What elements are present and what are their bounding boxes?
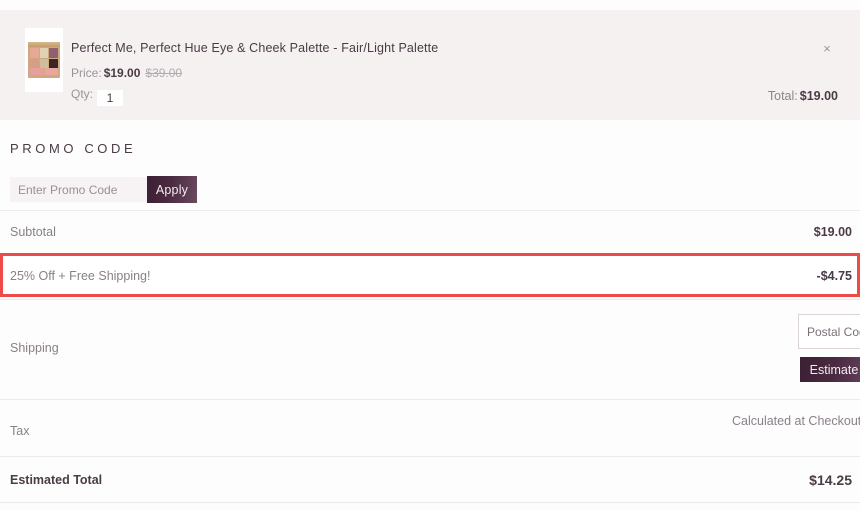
estimate-shipping-button[interactable]: Estimate bbox=[800, 357, 860, 382]
item-total: Total: $19.00 bbox=[768, 89, 838, 103]
subtotal-value: $19.00 bbox=[813, 225, 852, 239]
product-price-line: Price: $19.00 $39.00 bbox=[71, 66, 182, 80]
tax-row: Tax Calculated at Checkout bbox=[0, 400, 860, 457]
discount-value: -$4.75 bbox=[816, 269, 852, 283]
shipping-estimator: Estimate bbox=[798, 314, 860, 382]
palette-blush-pans bbox=[30, 68, 58, 75]
shipping-row: Shipping Estimate bbox=[0, 300, 860, 397]
subtotal-row: Subtotal $19.00 bbox=[0, 211, 860, 253]
estimated-total-value: $14.25 bbox=[809, 472, 852, 488]
price-current: $19.00 bbox=[103, 66, 141, 80]
item-total-label: Total: bbox=[767, 89, 798, 103]
shipping-label: Shipping bbox=[10, 341, 59, 355]
qty-label: Qty: bbox=[71, 87, 94, 101]
product-title[interactable]: Perfect Me, Perfect Hue Eye & Cheek Pale… bbox=[71, 41, 438, 55]
remove-item-icon[interactable]: × bbox=[820, 42, 834, 56]
item-total-value: $19.00 bbox=[799, 89, 838, 103]
apply-promo-button[interactable]: Apply bbox=[147, 176, 197, 203]
discount-label: 25% Off + Free Shipping! bbox=[10, 269, 151, 283]
tax-value: Calculated at Checkout bbox=[732, 414, 860, 428]
subtotal-label: Subtotal bbox=[10, 225, 56, 239]
price-label: Price: bbox=[71, 66, 102, 80]
palette-eyeshadow-pans bbox=[30, 48, 58, 68]
estimated-total-row: Estimated Total $14.25 bbox=[0, 457, 860, 502]
palette-product-image bbox=[28, 42, 60, 78]
qty-input[interactable] bbox=[97, 90, 124, 106]
promo-code-heading: PROMO CODE bbox=[10, 141, 137, 156]
divider-bottom bbox=[0, 502, 860, 503]
palette-lid bbox=[28, 42, 60, 47]
cart-item-row: Perfect Me, Perfect Hue Eye & Cheek Pale… bbox=[0, 10, 860, 120]
discount-row-highlighted: 25% Off + Free Shipping! -$4.75 bbox=[0, 253, 860, 297]
promo-code-input[interactable] bbox=[10, 177, 147, 202]
cart-summary-page: Perfect Me, Perfect Hue Eye & Cheek Pale… bbox=[0, 0, 860, 510]
postal-code-input[interactable] bbox=[798, 314, 860, 349]
product-thumbnail[interactable] bbox=[25, 28, 63, 92]
tax-label: Tax bbox=[10, 424, 30, 438]
product-qty-line: Qty: bbox=[71, 87, 124, 106]
price-original: $39.00 bbox=[145, 66, 183, 80]
estimated-total-label: Estimated Total bbox=[10, 473, 103, 487]
